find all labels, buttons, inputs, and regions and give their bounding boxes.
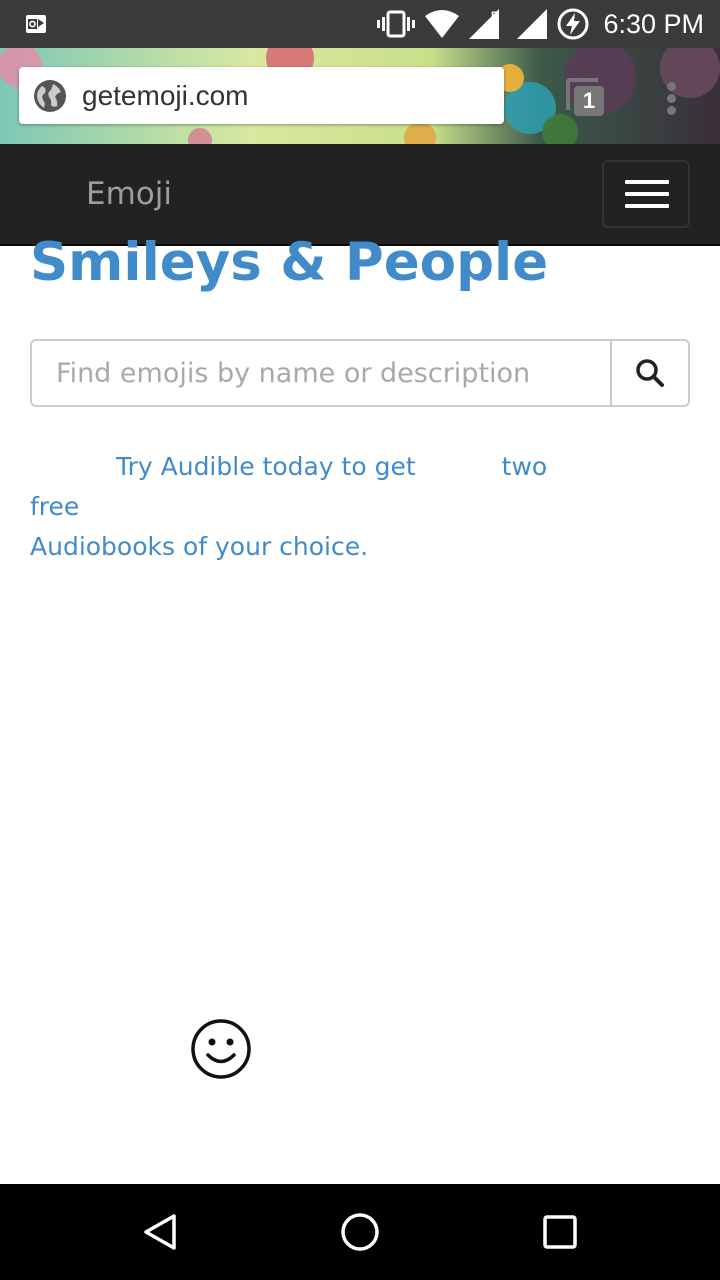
globe-icon <box>34 80 66 112</box>
smiley-face-icon[interactable] <box>190 1018 252 1080</box>
outlook-icon <box>26 15 46 33</box>
back-icon[interactable] <box>136 1208 184 1256</box>
battery-charging-icon <box>557 8 589 40</box>
browser-toolbar: getemoji.com 1 <box>0 48 720 144</box>
recents-icon[interactable] <box>536 1208 584 1256</box>
overflow-menu-icon[interactable] <box>652 76 692 120</box>
hamburger-icon[interactable] <box>602 160 690 228</box>
tab-count: 1 <box>574 86 604 116</box>
page-title: Smileys & People <box>30 232 549 293</box>
url-bar[interactable]: getemoji.com <box>19 67 504 124</box>
svg-text:R: R <box>491 10 499 22</box>
signal-icon <box>517 9 548 39</box>
site-navbar: Emoji <box>0 144 720 246</box>
status-time: 6:30 PM <box>603 8 704 39</box>
system-navigation-bar <box>0 1184 720 1280</box>
ad-text-part1: Try Audible today to get <box>116 452 416 481</box>
search-icon <box>636 359 664 387</box>
status-bar: R 6:30 PM <box>0 0 720 48</box>
vibrate-icon <box>377 10 416 38</box>
tab-switcher-button[interactable]: 1 <box>560 72 608 120</box>
home-icon[interactable] <box>336 1208 384 1256</box>
search-input[interactable] <box>30 339 610 407</box>
wifi-icon <box>425 10 460 38</box>
url-text: getemoji.com <box>82 80 249 111</box>
emoji-search <box>30 339 690 407</box>
site-brand-link[interactable]: Emoji <box>86 176 172 212</box>
signal-roaming-icon: R <box>469 9 500 39</box>
audible-ad-link[interactable]: Try Audible today to get two free Audiobo… <box>30 447 590 567</box>
search-button[interactable] <box>610 339 690 407</box>
ad-text-part3: Audiobooks of your choice. <box>30 532 369 561</box>
